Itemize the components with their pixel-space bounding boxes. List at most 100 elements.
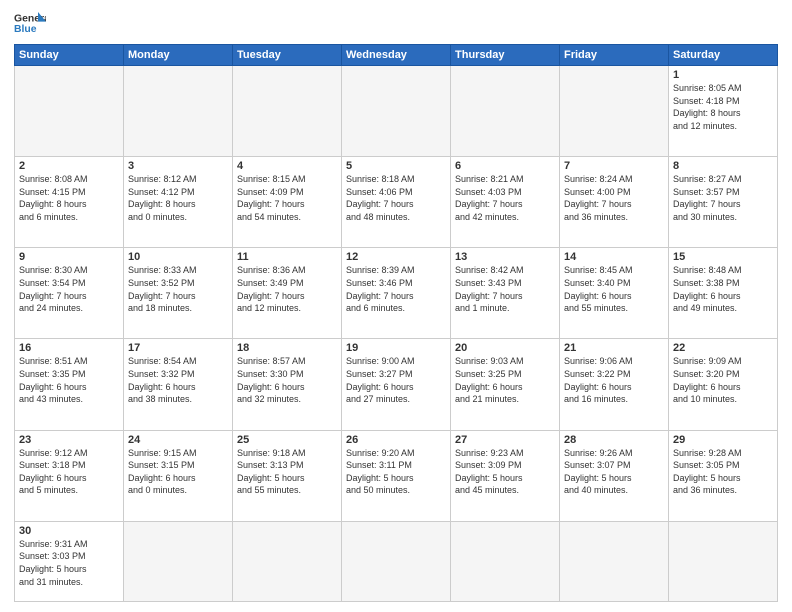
calendar-cell: 7Sunrise: 8:24 AMSunset: 4:00 PMDaylight… — [560, 157, 669, 248]
day-number: 26 — [346, 434, 446, 446]
day-info: Sunrise: 8:54 AMSunset: 3:32 PMDaylight:… — [128, 355, 228, 405]
day-number: 29 — [673, 434, 773, 446]
calendar-cell: 24Sunrise: 9:15 AMSunset: 3:15 PMDayligh… — [124, 430, 233, 521]
calendar-cell: 10Sunrise: 8:33 AMSunset: 3:52 PMDayligh… — [124, 248, 233, 339]
calendar-cell: 3Sunrise: 8:12 AMSunset: 4:12 PMDaylight… — [124, 157, 233, 248]
day-number: 13 — [455, 251, 555, 263]
day-number: 23 — [19, 434, 119, 446]
calendar-cell: 12Sunrise: 8:39 AMSunset: 3:46 PMDayligh… — [342, 248, 451, 339]
day-info: Sunrise: 8:33 AMSunset: 3:52 PMDaylight:… — [128, 264, 228, 314]
day-number: 17 — [128, 342, 228, 354]
day-number: 2 — [19, 160, 119, 172]
week-row-4: 16Sunrise: 8:51 AMSunset: 3:35 PMDayligh… — [15, 339, 778, 430]
day-number: 12 — [346, 251, 446, 263]
day-info: Sunrise: 9:06 AMSunset: 3:22 PMDaylight:… — [564, 355, 664, 405]
calendar-cell — [233, 521, 342, 601]
day-info: Sunrise: 9:12 AMSunset: 3:18 PMDaylight:… — [19, 447, 119, 497]
day-number: 10 — [128, 251, 228, 263]
calendar-cell: 5Sunrise: 8:18 AMSunset: 4:06 PMDaylight… — [342, 157, 451, 248]
day-number: 4 — [237, 160, 337, 172]
weekday-header-tuesday: Tuesday — [233, 45, 342, 66]
day-number: 25 — [237, 434, 337, 446]
calendar-cell — [451, 521, 560, 601]
calendar-cell: 14Sunrise: 8:45 AMSunset: 3:40 PMDayligh… — [560, 248, 669, 339]
day-number: 14 — [564, 251, 664, 263]
day-info: Sunrise: 8:05 AMSunset: 4:18 PMDaylight:… — [673, 82, 773, 132]
day-number: 3 — [128, 160, 228, 172]
week-row-5: 23Sunrise: 9:12 AMSunset: 3:18 PMDayligh… — [15, 430, 778, 521]
weekday-header-friday: Friday — [560, 45, 669, 66]
day-info: Sunrise: 9:23 AMSunset: 3:09 PMDaylight:… — [455, 447, 555, 497]
calendar-cell — [342, 521, 451, 601]
calendar-cell: 19Sunrise: 9:00 AMSunset: 3:27 PMDayligh… — [342, 339, 451, 430]
week-row-1: 1Sunrise: 8:05 AMSunset: 4:18 PMDaylight… — [15, 66, 778, 157]
day-number: 11 — [237, 251, 337, 263]
weekday-header-monday: Monday — [124, 45, 233, 66]
calendar-cell: 17Sunrise: 8:54 AMSunset: 3:32 PMDayligh… — [124, 339, 233, 430]
calendar-cell: 1Sunrise: 8:05 AMSunset: 4:18 PMDaylight… — [669, 66, 778, 157]
day-info: Sunrise: 8:42 AMSunset: 3:43 PMDaylight:… — [455, 264, 555, 314]
calendar-cell — [15, 66, 124, 157]
day-number: 30 — [19, 525, 119, 537]
weekday-header-sunday: Sunday — [15, 45, 124, 66]
day-number: 22 — [673, 342, 773, 354]
calendar-cell — [233, 66, 342, 157]
day-info: Sunrise: 9:09 AMSunset: 3:20 PMDaylight:… — [673, 355, 773, 405]
calendar-cell: 30Sunrise: 9:31 AMSunset: 3:03 PMDayligh… — [15, 521, 124, 601]
calendar-cell: 15Sunrise: 8:48 AMSunset: 3:38 PMDayligh… — [669, 248, 778, 339]
day-info: Sunrise: 9:03 AMSunset: 3:25 PMDaylight:… — [455, 355, 555, 405]
day-info: Sunrise: 8:39 AMSunset: 3:46 PMDaylight:… — [346, 264, 446, 314]
calendar-cell: 25Sunrise: 9:18 AMSunset: 3:13 PMDayligh… — [233, 430, 342, 521]
day-info: Sunrise: 8:21 AMSunset: 4:03 PMDaylight:… — [455, 173, 555, 223]
day-number: 18 — [237, 342, 337, 354]
day-number: 27 — [455, 434, 555, 446]
day-number: 5 — [346, 160, 446, 172]
calendar-cell: 21Sunrise: 9:06 AMSunset: 3:22 PMDayligh… — [560, 339, 669, 430]
day-info: Sunrise: 9:31 AMSunset: 3:03 PMDaylight:… — [19, 538, 119, 588]
svg-text:Blue: Blue — [14, 24, 37, 35]
day-number: 16 — [19, 342, 119, 354]
weekday-header-thursday: Thursday — [451, 45, 560, 66]
page-header: General Blue — [14, 10, 778, 38]
day-number: 8 — [673, 160, 773, 172]
calendar-cell: 29Sunrise: 9:28 AMSunset: 3:05 PMDayligh… — [669, 430, 778, 521]
calendar-cell: 9Sunrise: 8:30 AMSunset: 3:54 PMDaylight… — [15, 248, 124, 339]
day-info: Sunrise: 9:18 AMSunset: 3:13 PMDaylight:… — [237, 447, 337, 497]
day-info: Sunrise: 8:51 AMSunset: 3:35 PMDaylight:… — [19, 355, 119, 405]
weekday-header-row: SundayMondayTuesdayWednesdayThursdayFrid… — [15, 45, 778, 66]
calendar-cell: 4Sunrise: 8:15 AMSunset: 4:09 PMDaylight… — [233, 157, 342, 248]
day-info: Sunrise: 9:15 AMSunset: 3:15 PMDaylight:… — [128, 447, 228, 497]
day-number: 1 — [673, 69, 773, 81]
calendar-cell: 20Sunrise: 9:03 AMSunset: 3:25 PMDayligh… — [451, 339, 560, 430]
day-info: Sunrise: 8:30 AMSunset: 3:54 PMDaylight:… — [19, 264, 119, 314]
calendar-cell: 13Sunrise: 8:42 AMSunset: 3:43 PMDayligh… — [451, 248, 560, 339]
day-info: Sunrise: 9:20 AMSunset: 3:11 PMDaylight:… — [346, 447, 446, 497]
week-row-3: 9Sunrise: 8:30 AMSunset: 3:54 PMDaylight… — [15, 248, 778, 339]
day-info: Sunrise: 8:15 AMSunset: 4:09 PMDaylight:… — [237, 173, 337, 223]
day-number: 20 — [455, 342, 555, 354]
day-info: Sunrise: 9:26 AMSunset: 3:07 PMDaylight:… — [564, 447, 664, 497]
day-number: 15 — [673, 251, 773, 263]
day-info: Sunrise: 8:12 AMSunset: 4:12 PMDaylight:… — [128, 173, 228, 223]
calendar-cell: 27Sunrise: 9:23 AMSunset: 3:09 PMDayligh… — [451, 430, 560, 521]
day-number: 7 — [564, 160, 664, 172]
day-info: Sunrise: 8:18 AMSunset: 4:06 PMDaylight:… — [346, 173, 446, 223]
calendar-cell: 26Sunrise: 9:20 AMSunset: 3:11 PMDayligh… — [342, 430, 451, 521]
calendar-cell — [342, 66, 451, 157]
day-info: Sunrise: 8:36 AMSunset: 3:49 PMDaylight:… — [237, 264, 337, 314]
calendar-table: SundayMondayTuesdayWednesdayThursdayFrid… — [14, 44, 778, 602]
calendar-cell: 6Sunrise: 8:21 AMSunset: 4:03 PMDaylight… — [451, 157, 560, 248]
day-info: Sunrise: 9:00 AMSunset: 3:27 PMDaylight:… — [346, 355, 446, 405]
day-info: Sunrise: 8:57 AMSunset: 3:30 PMDaylight:… — [237, 355, 337, 405]
day-number: 9 — [19, 251, 119, 263]
calendar-cell: 8Sunrise: 8:27 AMSunset: 3:57 PMDaylight… — [669, 157, 778, 248]
calendar-cell — [124, 66, 233, 157]
calendar-cell: 23Sunrise: 9:12 AMSunset: 3:18 PMDayligh… — [15, 430, 124, 521]
calendar-cell: 28Sunrise: 9:26 AMSunset: 3:07 PMDayligh… — [560, 430, 669, 521]
logo: General Blue — [14, 10, 46, 38]
day-info: Sunrise: 8:08 AMSunset: 4:15 PMDaylight:… — [19, 173, 119, 223]
calendar-cell: 2Sunrise: 8:08 AMSunset: 4:15 PMDaylight… — [15, 157, 124, 248]
day-number: 21 — [564, 342, 664, 354]
day-number: 24 — [128, 434, 228, 446]
calendar-cell: 22Sunrise: 9:09 AMSunset: 3:20 PMDayligh… — [669, 339, 778, 430]
